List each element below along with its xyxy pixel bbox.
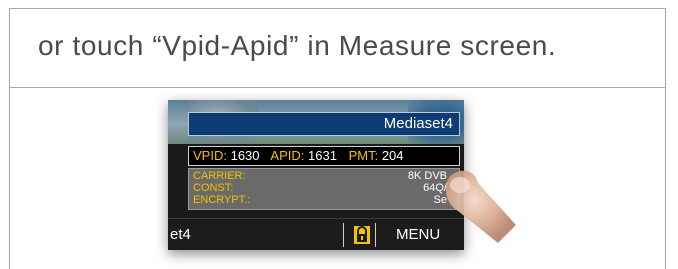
pmt-label: PMT: <box>348 148 379 163</box>
instruction-text: or touch “Vpid-Apid” in Measure screen. <box>38 30 557 61</box>
vpid-value: 1630 <box>230 148 260 163</box>
bottom-toolbar: et4 MENU <box>168 218 464 250</box>
bottom-channel-label[interactable]: et4 <box>168 223 344 247</box>
lock-icon <box>354 226 370 244</box>
channel-name-bar: Mediaset4 <box>188 112 460 136</box>
channel-name: Mediaset4 <box>383 115 453 132</box>
vpid-apid-row[interactable]: VPID: 1630 APID: 1631 PMT: 204 <box>188 146 460 166</box>
vpid-label: VPID: <box>193 148 227 163</box>
encrypt-label: ENCRYPT.: <box>193 194 251 206</box>
encrypt-value: Se <box>433 194 447 206</box>
pmt-value: 204 <box>381 148 404 163</box>
menu-button[interactable]: MENU <box>380 223 464 247</box>
lock-button[interactable] <box>348 223 376 247</box>
info-row-const: CONST: 64Q/ <box>193 183 457 194</box>
info-row-carrier: CARRIER: 8K DVB <box>193 171 457 182</box>
const-label: CONST: <box>193 182 234 194</box>
page: or touch “Vpid-Apid” in Measure screen. … <box>0 0 678 269</box>
signal-info-box: CARRIER: 8K DVB CONST: 64Q/ ENCRYPT.: Se <box>188 168 460 210</box>
carrier-label: CARRIER: <box>193 170 246 182</box>
const-value: 64Q/ <box>423 182 447 194</box>
divider <box>10 87 665 88</box>
meter-screen: Mediaset4 VPID: 1630 APID: 1631 PMT: 204… <box>168 100 464 250</box>
apid-label: APID: <box>270 148 305 163</box>
info-row-encrypt: ENCRYPT.: Se <box>193 195 457 206</box>
apid-value: 1631 <box>308 148 337 163</box>
carrier-value: 8K DVB <box>407 170 447 182</box>
